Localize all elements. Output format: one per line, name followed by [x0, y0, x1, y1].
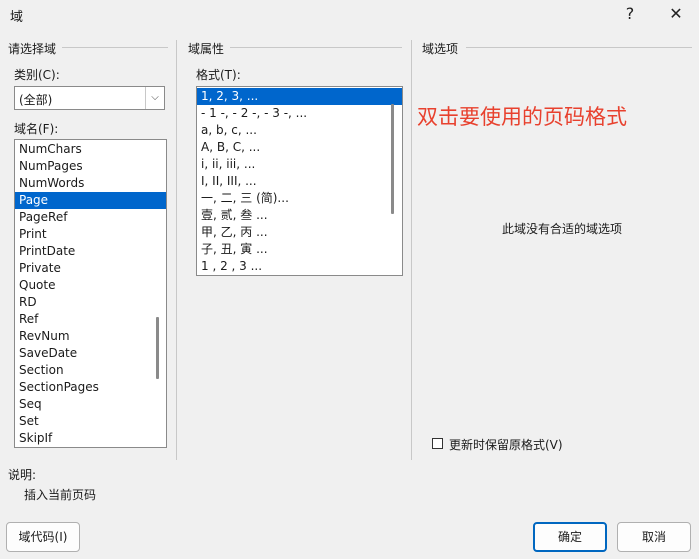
format-list-item[interactable]: 壹, 贰, 叁 ... — [197, 207, 402, 224]
field-list-item[interactable]: Ref — [15, 311, 166, 328]
category-label: 类别(C): — [14, 68, 60, 82]
category-select[interactable]: (全部) ⌵ — [14, 86, 165, 110]
field-list-item[interactable]: Seq — [15, 396, 166, 413]
format-list-scrollbar[interactable] — [391, 104, 394, 214]
format-list-item[interactable]: 子, 丑, 寅 ... — [197, 241, 402, 258]
field-list-item[interactable]: SectionPages — [15, 379, 166, 396]
format-list-item[interactable]: i, ii, iii, ... — [197, 156, 402, 173]
format-list-item[interactable]: A, B, C, ... — [197, 139, 402, 156]
format-list-item[interactable]: 一, 二, 三 (简)... — [197, 190, 402, 207]
no-options-text: 此域没有合适的域选项 — [502, 222, 623, 236]
help-icon[interactable]: ? — [618, 2, 642, 26]
field-list-item[interactable]: RD — [15, 294, 166, 311]
format-list[interactable]: 1, 2, 3, ... - 1 -, - 2 -, - 3 -, ... a, b… — [196, 86, 403, 276]
format-list-item[interactable]: 甲, 乙, 丙 ... — [197, 224, 402, 241]
close-icon[interactable]: ✕ — [664, 2, 688, 26]
cancel-button[interactable]: 取消 — [617, 522, 691, 552]
field-list-item[interactable]: Quote — [15, 277, 166, 294]
divider — [62, 47, 168, 48]
field-list-item[interactable]: Print — [15, 226, 166, 243]
field-list-item[interactable]: NumChars — [15, 141, 166, 158]
chevron-down-icon[interactable]: ⌵ — [145, 87, 164, 109]
format-list-item[interactable]: a, b, c, ... — [197, 122, 402, 139]
field-list-item[interactable]: NumWords — [15, 175, 166, 192]
field-list-item[interactable]: PageRef — [15, 209, 166, 226]
format-list-item[interactable]: - 1 -, - 2 -, - 3 -, ... — [197, 105, 402, 122]
choose-field-heading: 请选择域 — [8, 42, 57, 56]
divider — [176, 40, 177, 460]
format-label: 格式(T): — [196, 68, 241, 82]
category-value: (全部) — [19, 93, 53, 107]
ok-button[interactable]: 确定 — [533, 522, 607, 552]
format-list-item[interactable]: I, II, III, ... — [197, 173, 402, 190]
window-title: 域 — [10, 10, 24, 25]
annotation-text: 双击要使用的页码格式 — [417, 105, 627, 129]
field-list-item[interactable]: Set — [15, 413, 166, 430]
field-list-item[interactable]: RevNum — [15, 328, 166, 345]
field-list-item[interactable]: SaveDate — [15, 345, 166, 362]
divider — [466, 47, 692, 48]
description-text: 插入当前页码 — [24, 488, 97, 502]
field-list-item[interactable]: Section — [15, 362, 166, 379]
field-list-item[interactable]: Page — [15, 192, 166, 209]
preserve-format-checkbox[interactable] — [432, 438, 443, 449]
field-list-item[interactable]: NumPages — [15, 158, 166, 175]
field-list-item[interactable]: PrintDate — [15, 243, 166, 260]
format-list-item[interactable]: 1, 2, 3, ... — [197, 88, 402, 105]
format-list-item[interactable]: 1 , 2 , 3 ... — [197, 258, 402, 275]
divider — [230, 47, 402, 48]
field-list-scrollbar[interactable] — [156, 317, 159, 379]
preserve-format-label[interactable]: 更新时保留原格式(V) — [449, 436, 563, 453]
field-properties-heading: 域属性 — [188, 42, 225, 56]
field-names-list[interactable]: NumChars NumPages NumWords Page PageRef Print… — [14, 139, 167, 448]
description-label: 说明: — [8, 468, 37, 482]
field-codes-button[interactable]: 域代码(I) — [6, 522, 80, 552]
field-list-item[interactable]: Private — [15, 260, 166, 277]
field-options-heading: 域选项 — [422, 42, 459, 56]
field-names-label: 域名(F): — [14, 122, 59, 136]
divider — [411, 40, 412, 460]
field-list-item[interactable]: SkipIf — [15, 430, 166, 447]
